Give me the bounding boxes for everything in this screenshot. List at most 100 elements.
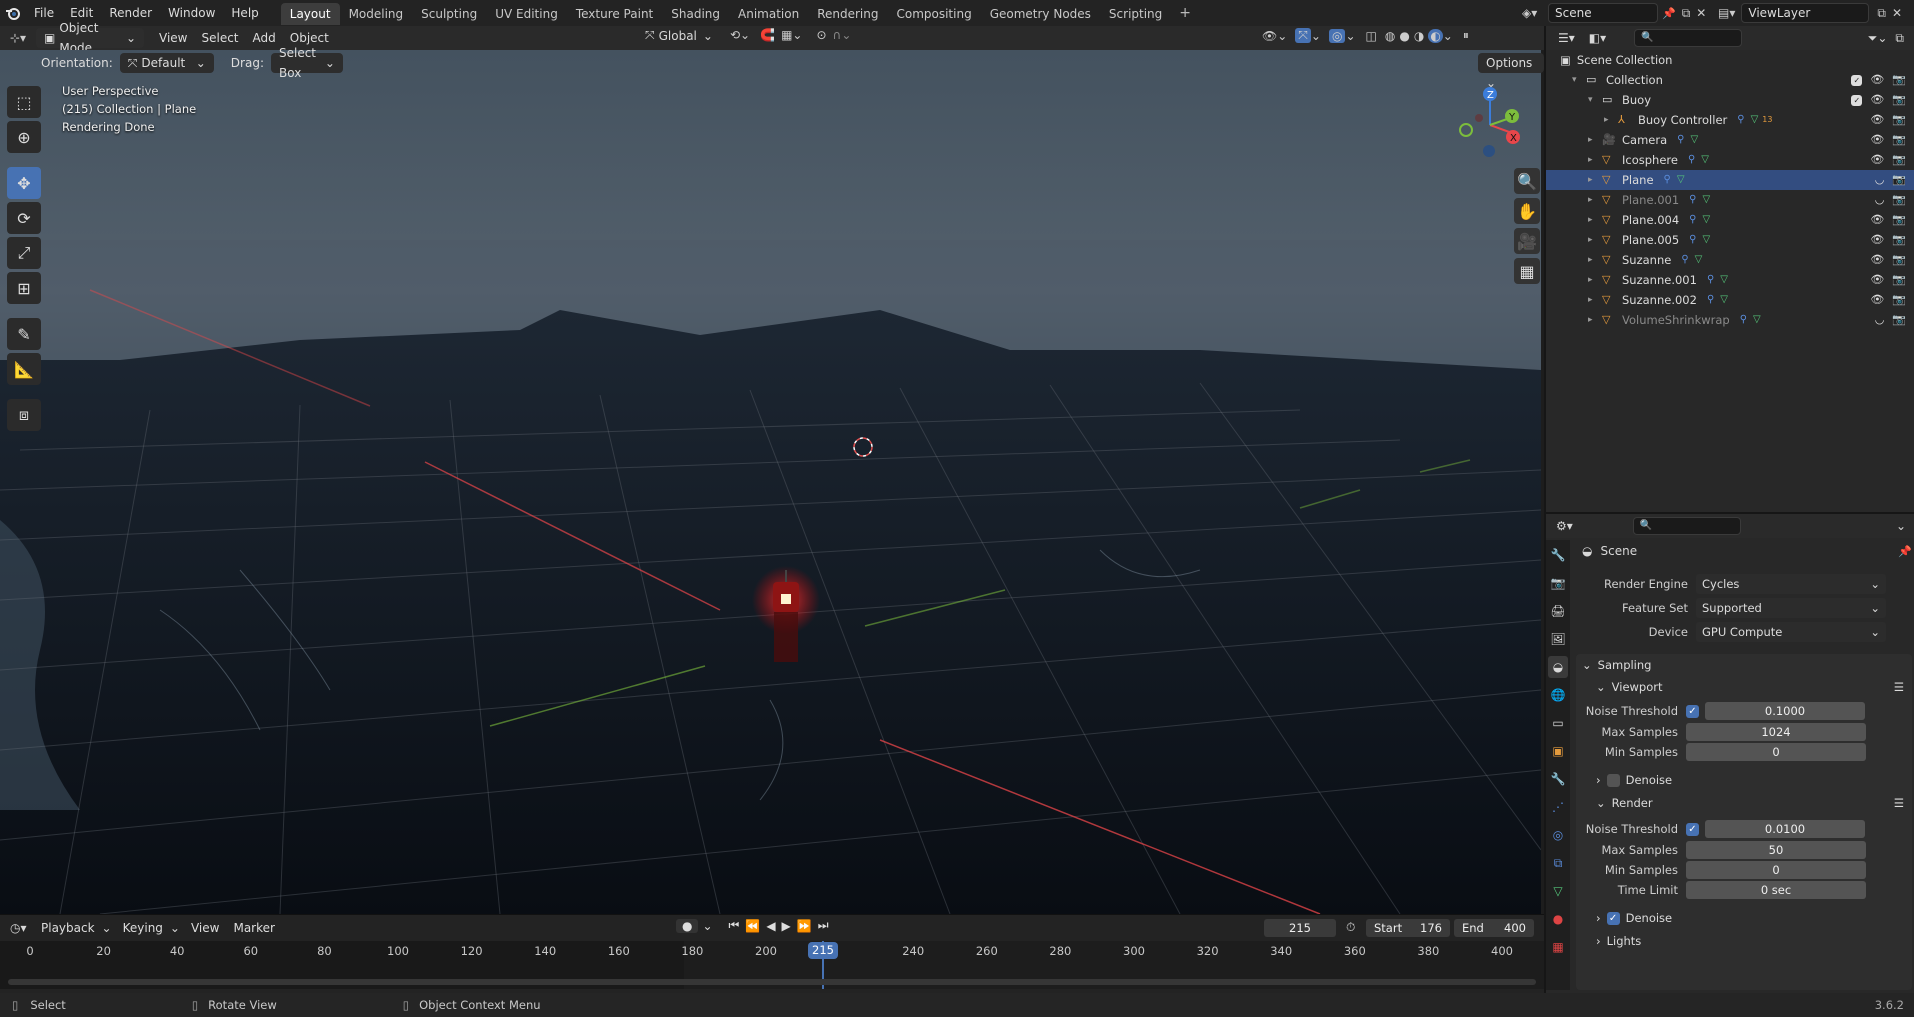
tab-sculpting[interactable]: Sculpting xyxy=(412,3,486,25)
outliner-editor-icon[interactable]: ☰▾ xyxy=(1558,31,1575,45)
render-subpanel-header[interactable]: ⌄ Render ☰ xyxy=(1576,792,1912,814)
r-time-field[interactable]: 0 sec xyxy=(1686,881,1866,899)
render-visibility-icon[interactable]: 📷 xyxy=(1892,270,1906,290)
play-reverse-icon[interactable]: ◀ xyxy=(766,919,775,933)
menu-file[interactable]: File xyxy=(26,0,62,26)
outliner-root[interactable]: ▣ Scene Collection xyxy=(1546,50,1914,70)
new-view-layer-icon[interactable]: ⧉ xyxy=(1877,6,1886,21)
r-min-field[interactable]: 0 xyxy=(1686,861,1866,879)
include-checkbox[interactable]: ✓ xyxy=(1851,94,1863,106)
rotate-tool-icon[interactable]: ⟳ xyxy=(7,202,41,234)
timeline-track[interactable]: 0 20 40 60 80 100 120 140 160 180 200 240 260 280 300 3… xyxy=(0,941,1544,989)
collection-tab-icon[interactable]: ▭ xyxy=(1548,712,1568,734)
tab-rendering[interactable]: Rendering xyxy=(808,3,887,25)
viewport-subpanel-header[interactable]: ⌄ Viewport ☰ xyxy=(1576,676,1912,698)
new-scene-icon[interactable]: ⧉ xyxy=(1682,6,1691,21)
current-frame-field[interactable]: 215 xyxy=(1264,919,1336,937)
outliner-item-buoy[interactable]: ▾ ▭ Buoy ✓ 👁 📷 xyxy=(1546,90,1914,110)
expand-arrow-icon[interactable]: ▸ xyxy=(1588,190,1602,210)
pan-hand-icon[interactable]: ✋ xyxy=(1514,198,1540,224)
outliner-search-input[interactable]: 🔍 xyxy=(1634,29,1743,47)
expand-arrow-icon[interactable]: ▸ xyxy=(1588,250,1602,270)
modifier-icon[interactable]: ⚲ xyxy=(1689,190,1696,210)
vp-noise-checkbox[interactable]: ✓ xyxy=(1686,704,1699,718)
mesh-data-icon[interactable]: ▽ xyxy=(1701,150,1709,170)
zoom-icon[interactable]: 🔍 xyxy=(1514,168,1540,194)
visibility-icon[interactable]: 👁⌄ xyxy=(1262,29,1287,43)
playhead-frame-badge[interactable]: 215 xyxy=(808,942,838,959)
mesh-data-icon[interactable]: ▽ xyxy=(1702,210,1710,230)
include-checkbox[interactable]: ✓ xyxy=(1851,74,1863,86)
play-icon[interactable]: ▶ xyxy=(782,919,791,933)
outliner-item-suzanne-001[interactable]: ▸ ▽ Suzanne.001 ⚲ ▽ 👁 📷 xyxy=(1546,270,1914,290)
expand-arrow-icon[interactable]: ▸ xyxy=(1588,310,1602,330)
add-workspace-button[interactable]: + xyxy=(1171,5,1199,21)
drag-dropdown[interactable]: Select Box ⌄ xyxy=(270,46,343,80)
modifier-icon[interactable]: ⚲ xyxy=(1688,150,1695,170)
mesh-data-icon[interactable]: ▽ xyxy=(1690,130,1698,150)
mesh-data-icon[interactable]: ▽ xyxy=(1720,290,1728,310)
render-tab-icon[interactable]: 📷 xyxy=(1548,572,1568,594)
filter-icon[interactable]: ⏷⌄ xyxy=(1868,31,1888,46)
select-box-tool-icon[interactable]: ⬚ xyxy=(7,86,41,118)
transform-orientation[interactable]: ⤧ Global ⌄ xyxy=(645,28,713,43)
expand-arrow-icon[interactable]: ▾ xyxy=(1588,90,1602,110)
outliner-item-plane-001[interactable]: ▸ ▽ Plane.001 ⚲ ▽ ◡ 📷 xyxy=(1546,190,1914,210)
next-keyframe-icon[interactable]: ⏩ xyxy=(797,919,812,933)
outliner-item-volumeshrinkwrap[interactable]: ▸ ▽ VolumeShrinkwrap ⚲ ▽ ◡ 📷 xyxy=(1546,310,1914,330)
outliner-item-collection[interactable]: ▾ ▭ Collection ✓ 👁 📷 xyxy=(1546,70,1914,90)
menu-help[interactable]: Help xyxy=(223,0,266,26)
hidden-eye-icon[interactable]: ◡ xyxy=(1875,310,1885,330)
scale-tool-icon[interactable]: ⤢ xyxy=(7,237,41,269)
expand-arrow-icon[interactable]: ▸ xyxy=(1588,270,1602,290)
expand-arrow-icon[interactable]: ▸ xyxy=(1588,170,1602,190)
modifier-icon[interactable]: ⚲ xyxy=(1689,230,1696,250)
outliner-item-plane-004[interactable]: ▸ ▽ Plane.004 ⚲ ▽ 👁 📷 xyxy=(1546,210,1914,230)
options-dropdown[interactable]: Options ⌄ xyxy=(1478,53,1544,90)
eye-icon[interactable]: 👁 xyxy=(1870,250,1884,270)
mesh-data-icon[interactable]: ▽ xyxy=(1720,270,1728,290)
world-tab-icon[interactable]: 🌐 xyxy=(1548,684,1568,706)
tab-uv-editing[interactable]: UV Editing xyxy=(486,3,567,25)
expand-arrow-icon[interactable]: ▸ xyxy=(1588,150,1602,170)
snap-icon[interactable]: 🧲 xyxy=(760,28,775,42)
render-visibility-icon[interactable]: 📷 xyxy=(1892,250,1906,270)
eye-icon[interactable]: 👁 xyxy=(1870,290,1884,310)
scene-tab-icon[interactable]: ◒ xyxy=(1548,656,1568,678)
render-visibility-icon[interactable]: 📷 xyxy=(1892,230,1906,250)
list-menu-icon[interactable]: ☰ xyxy=(1894,680,1904,694)
mode-dropdown[interactable]: ▣ Object Mode ⌄ xyxy=(36,21,144,55)
prev-keyframe-icon[interactable]: ⏪ xyxy=(745,919,760,933)
measure-tool-icon[interactable]: 📐 xyxy=(7,353,41,385)
record-icon[interactable]: ● xyxy=(676,918,699,933)
particles-tab-icon[interactable]: ⋰ xyxy=(1548,796,1568,818)
data-tab-icon[interactable]: ▽ xyxy=(1548,880,1568,902)
modifier-icon[interactable]: ⚲ xyxy=(1681,250,1688,270)
r-denoise-checkbox[interactable]: ✓ xyxy=(1606,911,1620,925)
start-frame-field[interactable]: Start 176 xyxy=(1366,919,1450,937)
delete-view-layer-icon[interactable]: ✕ xyxy=(1892,6,1902,20)
outliner-item-buoy-controller[interactable]: ▸ ⅄ Buoy Controller ⚲ ▽ 13 👁 📷 xyxy=(1546,110,1914,130)
perspective-toggle-icon[interactable]: ▦ xyxy=(1514,258,1540,284)
scene-name-field[interactable]: Scene xyxy=(1548,3,1658,23)
pause-render-icon[interactable]: ⏸ xyxy=(1463,28,1469,43)
orientation-dropdown[interactable]: ⤧ Default ⌄ xyxy=(119,53,214,73)
object-tab-icon[interactable]: ▣ xyxy=(1548,740,1568,762)
view-layer-field[interactable]: ViewLayer xyxy=(1741,3,1870,23)
render-visibility-icon[interactable]: 📷 xyxy=(1892,290,1906,310)
move-tool-icon[interactable]: ✥ xyxy=(7,167,41,199)
viewport-menu-select[interactable]: Select xyxy=(194,28,245,48)
modifier-icon[interactable]: ⚲ xyxy=(1740,310,1747,330)
gizmo-dropdown-icon[interactable]: ⌄ xyxy=(1311,29,1321,43)
modifier-icon[interactable]: ⚲ xyxy=(1737,110,1744,130)
falloff-icon[interactable]: ∩⌄ xyxy=(833,28,852,42)
r-noise-checkbox[interactable]: ✓ xyxy=(1686,822,1699,836)
mesh-data-icon[interactable]: ▽ xyxy=(1751,110,1759,130)
timeline-editor-icon[interactable]: ◷▾ xyxy=(0,921,34,935)
physics-tab-icon[interactable]: ◎ xyxy=(1548,824,1568,846)
outliner-item-suzanne[interactable]: ▸ ▽ Suzanne ⚲ ▽ 👁 📷 xyxy=(1546,250,1914,270)
outliner-item-plane[interactable]: ▸ ▽ Plane ⚲ ▽ ◡ 📷 xyxy=(1546,170,1914,190)
device-dropdown[interactable]: GPU Compute ⌄ xyxy=(1696,622,1886,642)
eye-icon[interactable]: ◡ xyxy=(1875,170,1885,190)
pin-icon[interactable]: 📌 xyxy=(1898,545,1912,558)
